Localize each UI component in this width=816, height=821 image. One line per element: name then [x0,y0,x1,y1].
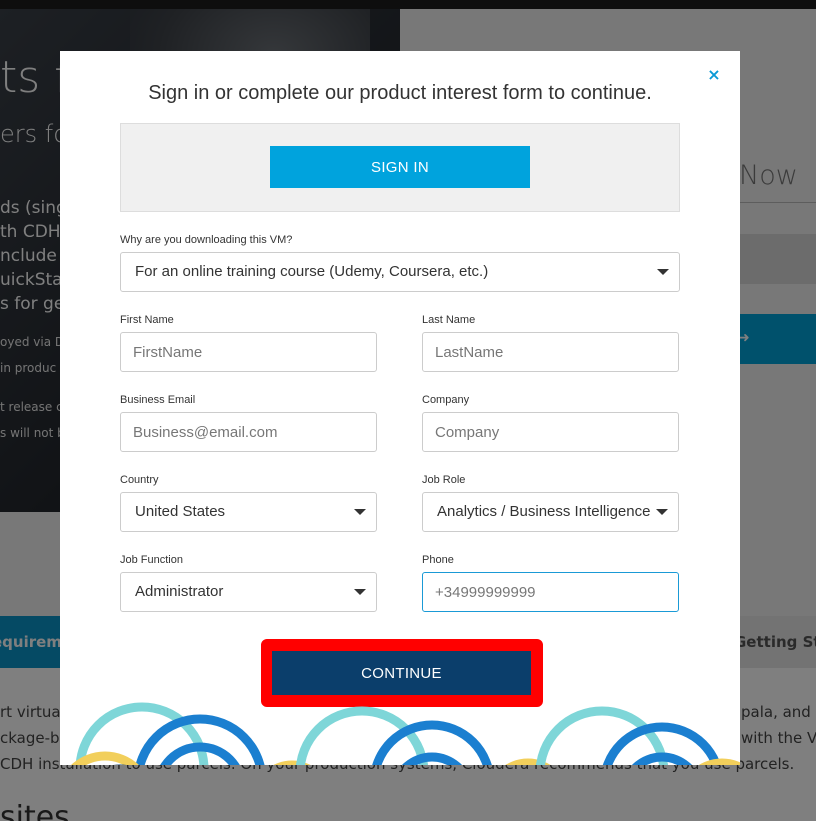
chevron-down-icon [354,589,366,595]
job-function-label: Job Function [120,554,183,566]
signin-panel: SIGN IN [120,123,680,212]
reason-label: Why are you downloading this VM? [120,234,293,246]
job-function-select[interactable]: Administrator [120,572,377,612]
business-email-label: Business Email [120,394,196,406]
chevron-down-icon [657,269,669,275]
company-label: Company [422,394,470,406]
job-function-select-value: Administrator [135,583,224,600]
company-input[interactable] [422,412,679,452]
phone-label: Phone [422,554,454,566]
chevron-down-icon [656,509,668,515]
reason-select[interactable]: For an online training course (Udemy, Co… [120,252,680,292]
modal-title: Sign in or complete our product interest… [148,82,652,104]
reason-select-value: For an online training course (Udemy, Co… [135,263,489,280]
country-select[interactable]: United States [120,492,377,532]
business-email-input[interactable] [120,412,377,452]
chevron-down-icon [354,509,366,515]
last-name-input[interactable] [422,332,679,372]
phone-input[interactable] [422,572,679,612]
close-icon[interactable]: × [707,67,721,83]
first-name-label: First Name [120,314,174,326]
job-role-select-value: Analytics / Business Intelligence [437,503,650,520]
sign-in-button[interactable]: SIGN IN [270,146,530,188]
continue-button[interactable]: CONTINUE [272,651,531,695]
country-select-value: United States [135,503,226,520]
product-interest-modal: × Sign in or complete our product intere… [60,51,740,765]
country-label: Country [120,474,159,486]
job-role-select[interactable]: Analytics / Business Intelligence [422,492,679,532]
job-role-label: Job Role [422,474,466,486]
decorative-swirl-pattern [71,702,740,765]
last-name-label: Last Name [422,314,476,326]
first-name-input[interactable] [120,332,377,372]
